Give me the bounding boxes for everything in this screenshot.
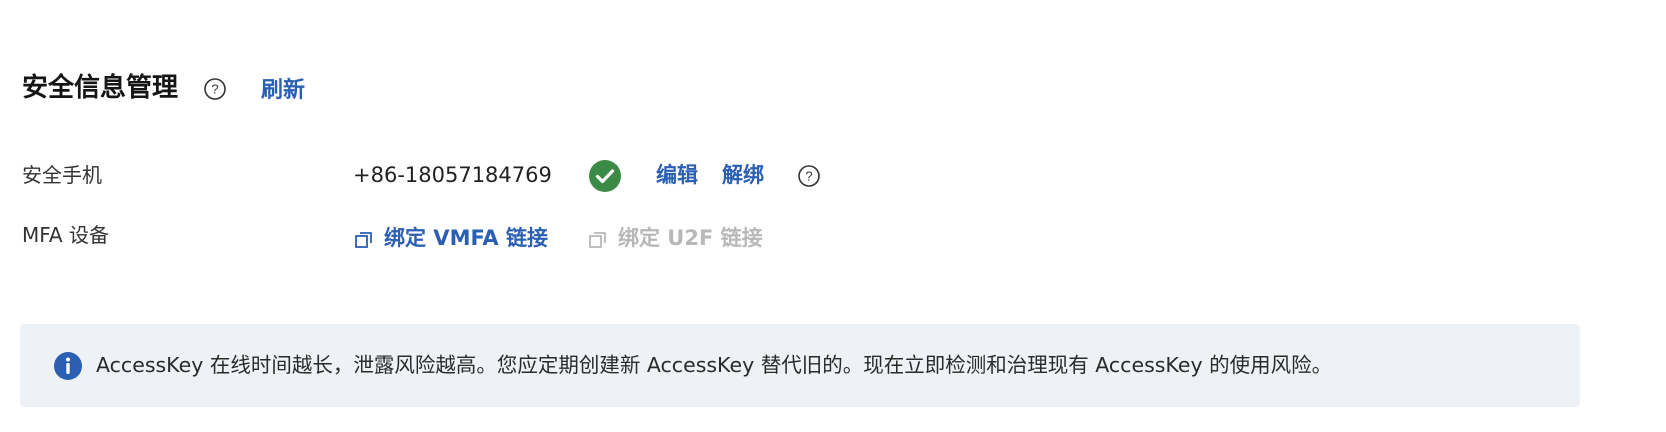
security-phone-value: +86-18057184769 [353, 163, 552, 187]
security-phone-label: 安全手机 [22, 163, 102, 187]
bind-u2f-label: 绑定 U2F 链接 [618, 226, 763, 250]
page-title: 安全信息管理 [22, 73, 179, 103]
svg-text:?: ? [805, 169, 812, 184]
alert-message: AccessKey 在线时间越长，泄露风险越高。您应定期创建新 AccessKe… [96, 353, 1333, 377]
bind-vmfa-link[interactable]: 绑定 VMFA 链接 [354, 222, 548, 253]
external-link-icon [588, 228, 608, 248]
refresh-link[interactable]: 刷新 [261, 75, 305, 107]
external-link-icon [354, 228, 374, 248]
svg-text:?: ? [211, 82, 218, 97]
phone-help-icon[interactable]: ? [797, 164, 821, 188]
bind-vmfa-label: 绑定 VMFA 链接 [384, 226, 548, 250]
info-icon [53, 351, 83, 381]
help-icon[interactable]: ? [203, 77, 227, 101]
edit-phone-link[interactable]: 编辑 [656, 160, 698, 190]
bind-u2f-link: 绑定 U2F 链接 [588, 222, 763, 253]
check-circle-icon [588, 159, 622, 193]
unbind-phone-link[interactable]: 解绑 [722, 160, 764, 190]
mfa-device-label: MFA 设备 [22, 223, 109, 247]
